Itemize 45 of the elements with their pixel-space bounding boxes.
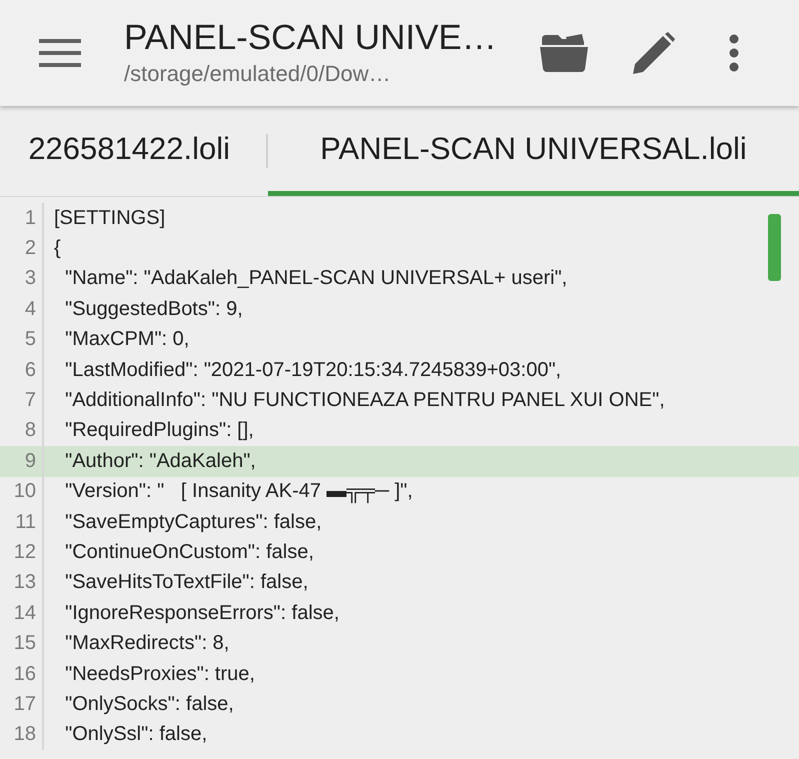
code-line: "Name": "AdaKaleh_PANEL-SCAN UNIVERSAL+ useri", (64, 267, 568, 290)
line-number: 1 (24, 206, 36, 230)
code-line: "OnlySsl": false, (64, 723, 208, 746)
code-line: "NeedsProxies": true, (64, 662, 255, 686)
code-line: "Version": " [ Insanity AK-47 ▬╦╤─ ]", (64, 480, 413, 504)
code-line: "LastModified": "2021-07-19T20:15:34.7245839+03:00", (64, 358, 562, 382)
code-line: { (54, 237, 61, 260)
code-line: "AdditionalInfo": "NU FUNCTIONEAZA PENTRU PANEL XUI ONE", (64, 389, 665, 412)
file-title: PANEL-SCAN UNIVE… (124, 17, 498, 59)
code-line: "IgnoreResponseErrors": false, (64, 602, 340, 625)
line-number: 15 (12, 632, 36, 656)
code-line: [SETTINGS] (54, 206, 166, 230)
code-line: "MaxCPM": 0, (64, 328, 190, 352)
line-number: 4 (24, 298, 36, 321)
line-number: 5 (24, 328, 36, 352)
folder-icon (540, 33, 588, 73)
scroll-thumb[interactable] (768, 214, 781, 281)
code-line: "MaxRedirects": 8, (64, 632, 230, 656)
file-tab[interactable]: PANEL-SCAN UNIVERSAL.loli (268, 106, 799, 196)
line-number: 6 (24, 358, 36, 382)
line-number: 7 (24, 389, 36, 412)
code-line: "ContinueOnCustom": false, (64, 540, 314, 564)
code-line: "OnlySocks": false, (64, 692, 234, 716)
line-number: 8 (24, 419, 36, 442)
code-line: "SaveEmptyCaptures": false, (64, 510, 322, 534)
line-number: 16 (12, 662, 36, 686)
line-number: 11 (14, 510, 36, 534)
file-path: /storage/emulated/0/Dow… (124, 60, 392, 88)
code-line: "SuggestedBots": 9, (64, 298, 243, 321)
line-number: 18 (12, 723, 36, 746)
line-number: 14 (12, 602, 36, 625)
line-number: 13 (12, 571, 36, 594)
code-line: "Author": "AdaKaleh", (64, 450, 256, 473)
code-line: "SaveHitsToTextFile": false, (64, 571, 308, 594)
pencil-icon (633, 32, 675, 74)
line-number: 12 (12, 540, 36, 564)
line-number: 9 (24, 450, 36, 473)
menu-icon (39, 38, 81, 68)
line-number: 3 (24, 267, 36, 290)
line-number: 2 (24, 237, 36, 260)
code-line: "RequiredPlugins": [], (64, 419, 254, 442)
more-options-icon (729, 34, 739, 72)
line-number: 17 (12, 692, 36, 716)
file-tab[interactable]: 226581422.loli (0, 106, 268, 196)
line-number: 10 (12, 480, 36, 504)
